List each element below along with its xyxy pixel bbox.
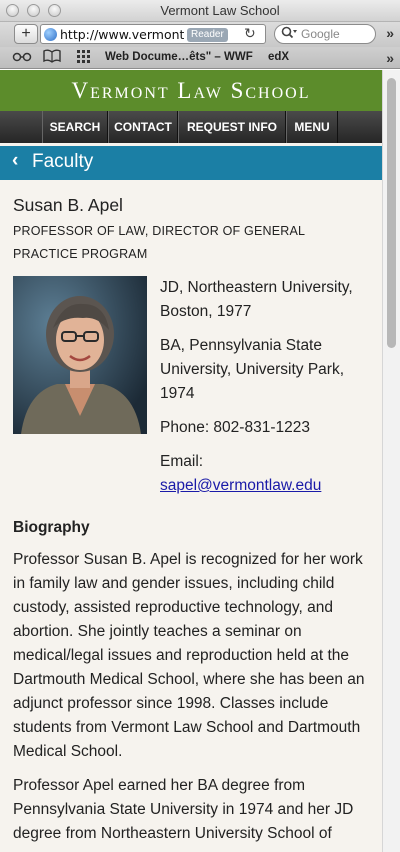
browser-toolbar: + http://www.vermontlaw Reader ↻ Google … [0,22,400,47]
search-icon [281,26,297,43]
address-bar[interactable]: http://www.vermontlaw Reader ↻ [40,24,266,44]
zoom-window-button[interactable] [48,4,61,17]
window-title: Vermont Law School [160,3,280,18]
bookmarks-overflow-icon[interactable]: » [386,50,394,66]
biography-heading: Biography [13,519,90,536]
add-bookmark-button[interactable]: + [14,24,38,44]
email-link[interactable]: sapel@vermontlaw.edu [160,477,321,494]
reader-button[interactable]: Reader [187,28,228,42]
vertical-scrollbar[interactable] [382,70,400,852]
bookmarks-icon[interactable] [42,49,62,66]
reload-icon[interactable]: ↻ [244,25,256,42]
faculty-photo [13,276,147,434]
window-titlebar: Vermont Law School [0,0,400,22]
top-sites-icon[interactable] [76,49,92,66]
main-nav: SEARCH CONTACT REQUEST INFO MENU [0,111,382,143]
nav-menu-button[interactable]: MENU [286,111,338,143]
section-title: Faculty [32,151,94,172]
site-logo-title: Vermont Law School [71,78,311,103]
url-text: http://www.vermontlaw [60,27,184,42]
site-header[interactable]: Vermont Law School [0,70,382,111]
biography-paragraph: Professor Apel earned her BA degree from… [13,777,354,842]
nav-search-link[interactable]: SEARCH [42,111,108,143]
globe-icon [44,28,57,41]
close-window-button[interactable] [6,4,19,17]
search-input[interactable]: Google [274,24,376,44]
email-label: Email: [160,453,204,470]
bookmark-item[interactable]: Web Docume…êts" – WWF [105,51,253,63]
faculty-title-line: PROFESSOR OF LAW, DIRECTOR OF GENERAL [13,224,306,238]
education-item: BA, Pennsylvania State University, Unive… [160,337,345,402]
back-chevron-icon[interactable]: ‹ [12,150,18,172]
biography-text: Professor Susan B. Apel is recognized fo… [13,548,375,852]
plus-icon: + [21,25,31,42]
scrollbar-thumb[interactable] [387,78,396,348]
faculty-details: JD, Northeastern University, Boston, 197… [160,276,375,508]
page-viewport: Vermont Law School SEARCH CONTACT REQUES… [0,70,382,852]
minimize-window-button[interactable] [27,4,40,17]
toolbar-overflow-icon[interactable]: » [386,25,394,41]
bookmark-item[interactable]: edX [268,51,289,63]
faculty-title-line: PRACTICE PROGRAM [13,247,148,261]
section-header-faculty[interactable]: ‹ Faculty [0,146,382,180]
education-item: JD, Northeastern University, Boston, 197… [160,279,353,320]
phone-text: Phone: 802-831-1223 [160,419,310,436]
faculty-name: Susan B. Apel [13,195,123,215]
reading-list-icon[interactable] [12,49,32,66]
bookmarks-bar: Web Docume…êts" – WWF edX » [0,47,400,69]
search-placeholder: Google [301,27,340,41]
biography-paragraph: Professor Susan B. Apel is recognized fo… [13,551,365,760]
faculty-title: PROFESSOR OF LAW, DIRECTOR OF GENERAL PR… [13,220,343,266]
nav-contact-link[interactable]: CONTACT [108,111,178,143]
nav-request-info-link[interactable]: REQUEST INFO [178,111,286,143]
